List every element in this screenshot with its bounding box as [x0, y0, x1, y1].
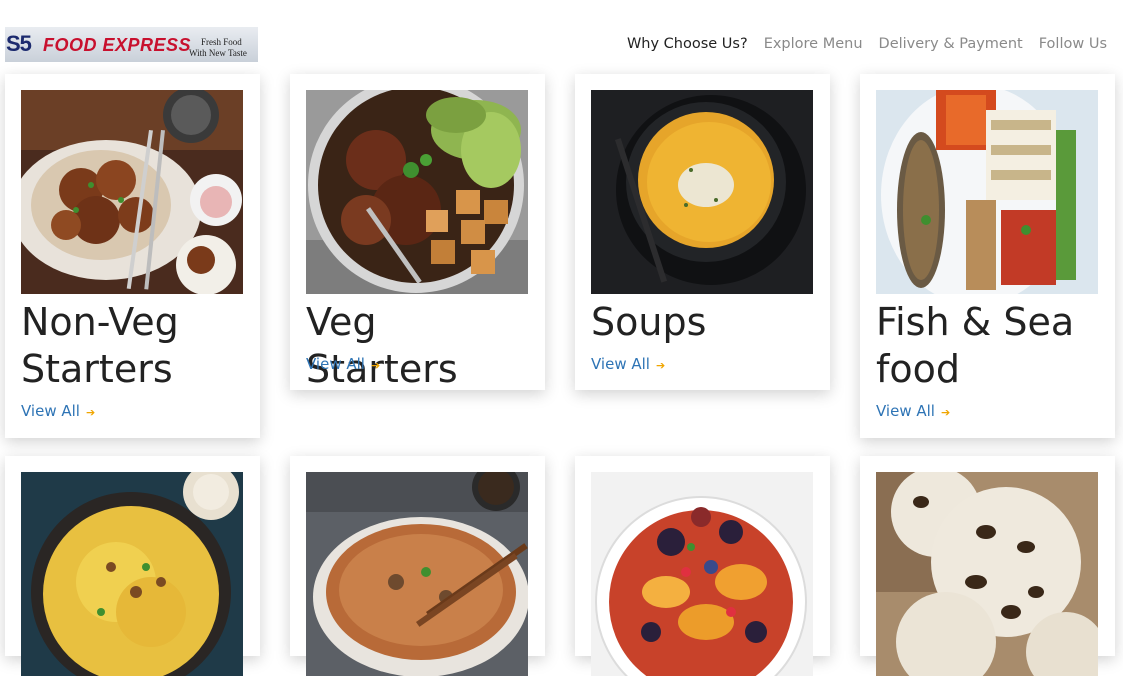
- view-all-link[interactable]: View All ➔: [306, 355, 380, 373]
- logo-tagline-2: With New Taste: [189, 48, 247, 58]
- category-title: Soups: [591, 300, 707, 344]
- category-title: Veg Starters: [306, 300, 458, 391]
- category-card-6[interactable]: [290, 456, 545, 676]
- nav-explore-menu[interactable]: Explore Menu: [764, 36, 863, 52]
- nav-follow-us[interactable]: Follow Us: [1039, 36, 1107, 52]
- site-logo[interactable]: S5 FOOD EXPRESS Fresh Food With New Tast…: [5, 27, 258, 62]
- view-all-label: View All: [876, 402, 935, 420]
- grilled-fish-platter-image: [876, 90, 1098, 294]
- category-title: Non-Veg Starters: [21, 300, 179, 391]
- main-nav: Why Choose Us? Explore Menu Delivery & P…: [611, 36, 1107, 52]
- category-card-soups[interactable]: Soups View All ➔: [575, 74, 830, 390]
- view-all-link[interactable]: View All ➔: [21, 402, 95, 420]
- tofu-bowl-image: [306, 90, 528, 294]
- ice-cream-image: [876, 472, 1098, 676]
- arrow-right-icon: ➔: [940, 406, 951, 419]
- view-all-label: View All: [306, 355, 365, 373]
- nav-delivery-payment[interactable]: Delivery & Payment: [879, 36, 1023, 52]
- nav-why-choose-us[interactable]: Why Choose Us?: [627, 36, 748, 52]
- view-all-label: View All: [591, 355, 650, 373]
- pumpkin-soup-image: [591, 90, 813, 294]
- category-card-fish-sea-food[interactable]: Fish & Sea food View All ➔: [860, 74, 1115, 438]
- category-title: Fish & Sea food: [876, 300, 1075, 391]
- biryani-image: [21, 472, 243, 676]
- arrow-right-icon: ➔: [655, 359, 666, 372]
- category-card-8[interactable]: [860, 456, 1115, 676]
- logo-tagline-1: Fresh Food: [201, 37, 242, 47]
- category-card-non-veg-starters[interactable]: Non-Veg Starters View All ➔: [5, 74, 260, 438]
- noodles-bowl-image: [306, 472, 528, 676]
- view-all-link[interactable]: View All ➔: [591, 355, 665, 373]
- logo-brand-name: FOOD EXPRESS: [43, 35, 192, 55]
- category-card-veg-starters[interactable]: Veg Starters View All ➔: [290, 74, 545, 391]
- logo-s5: S5: [6, 31, 32, 56]
- view-all-link[interactable]: View All ➔: [876, 402, 950, 420]
- category-card-7[interactable]: [575, 456, 830, 676]
- view-all-label: View All: [21, 402, 80, 420]
- category-card-5[interactable]: [5, 456, 260, 676]
- site-header: S5 FOOD EXPRESS Fresh Food With New Tast…: [0, 0, 1123, 72]
- arrow-right-icon: ➔: [370, 359, 381, 372]
- fruit-salad-image: [591, 472, 813, 676]
- fried-chicken-image: [21, 90, 243, 294]
- arrow-right-icon: ➔: [85, 406, 96, 419]
